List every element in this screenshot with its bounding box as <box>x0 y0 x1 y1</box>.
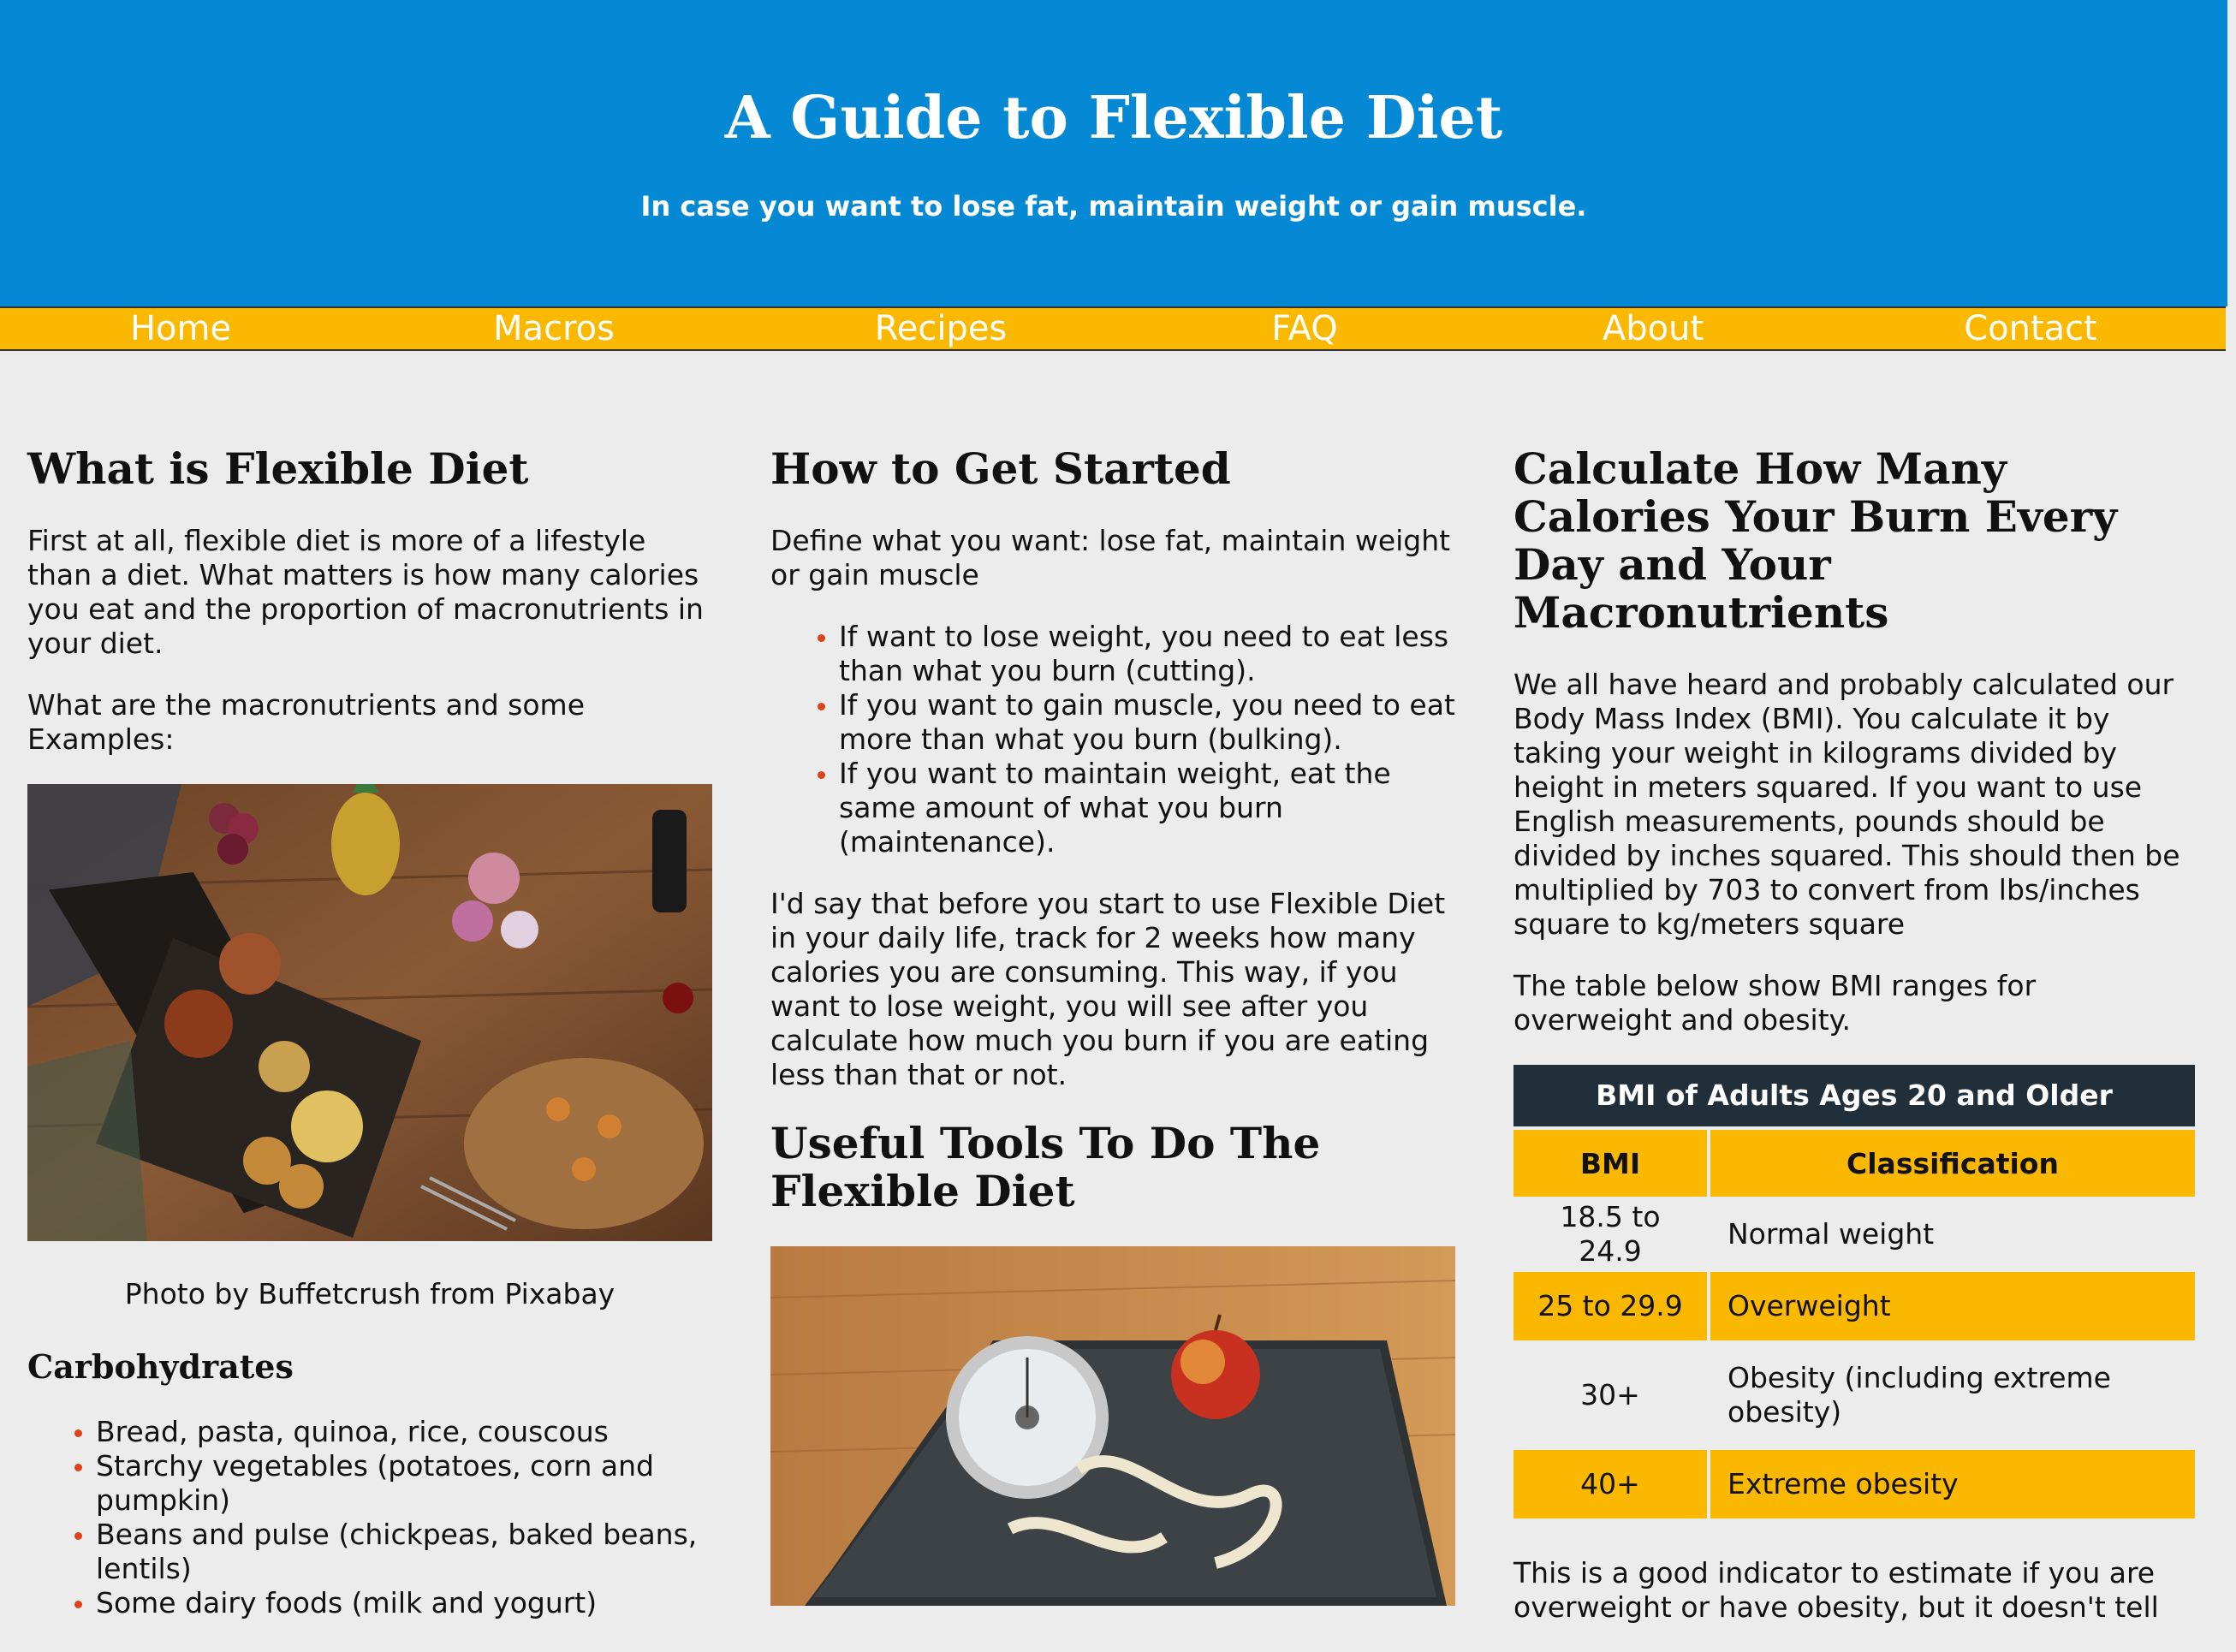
column-get-started: How to Get Started Define what you want:… <box>770 445 1455 1606</box>
column-calculate: Calculate How Many Calories Your Burn Ev… <box>1513 445 2198 1652</box>
page-title: A Guide to Flexible Diet <box>724 84 1503 152</box>
table-cell-classification: Extreme obesity <box>1710 1450 2195 1518</box>
nav-recipes[interactable]: Recipes <box>875 308 1008 349</box>
carbohydrates-heading: Carbohydrates <box>27 1347 294 1386</box>
get-started-heading: How to Get Started <box>770 443 1231 494</box>
food-platter-image <box>27 784 712 1241</box>
nav-macros[interactable]: Macros <box>493 308 615 349</box>
bmi-table: BMI of Adults Ages 20 and Older BMI Clas… <box>1510 1065 2198 1522</box>
table-cell-classification: Normal weight <box>1728 1217 1935 1251</box>
table-header-row: BMI Classification <box>1513 1130 2195 1197</box>
table-cell-bmi: 40+ <box>1513 1450 1707 1518</box>
table-row: 18.5 to 24.9 Normal weight <box>1513 1200 2195 1269</box>
table-header-bmi: BMI <box>1513 1130 1707 1197</box>
table-header-classification: Classification <box>1710 1130 2195 1197</box>
table-row: 40+ Extreme obesity <box>1513 1450 2195 1518</box>
list-item: If you want to maintain weight, eat the … <box>839 757 1455 859</box>
list-item: If want to lose weight, you need to eat … <box>839 620 1455 688</box>
nav-faq[interactable]: FAQ <box>1271 308 1337 349</box>
list-item: Some dairy foods (milk and yogurt) <box>96 1586 712 1620</box>
table-row: 30+ Obesity (including extreme obesity) <box>1513 1344 2195 1447</box>
nav-contact[interactable]: Contact <box>1964 308 2097 349</box>
table-row: 25 to 29.9 Overweight <box>1513 1272 2195 1340</box>
bmi-indicator-paragraph: This is a good indicator to estimate if … <box>1513 1556 2159 1624</box>
table-cell-bmi: 18.5 to 24.9 <box>1560 1200 1661 1268</box>
page-subtitle: In case you want to lose fat, maintain w… <box>640 190 1587 223</box>
table-cell-classification: Obesity (including extreme obesity) <box>1728 1361 2111 1429</box>
table-cell-classification: Overweight <box>1710 1272 2195 1340</box>
table-cell-bmi: 30+ <box>1580 1378 1640 1411</box>
list-item: Beans and pulse (chickpeas, baked beans,… <box>96 1518 712 1586</box>
goals-list: If want to lose weight, you need to eat … <box>770 620 1455 859</box>
main-nav: Home Macros Recipes FAQ About Contact <box>0 306 2226 351</box>
list-item: Bread, pasta, quinoa, rice, couscous <box>96 1415 712 1449</box>
scale-apple-image <box>770 1246 1455 1606</box>
site-header: A Guide to Flexible Diet In case you wan… <box>0 0 2227 306</box>
list-item: Starchy vegetables (potatoes, corn and p… <box>96 1449 712 1518</box>
bmi-paragraph: We all have heard and probably calculate… <box>1513 668 2180 941</box>
what-is-paragraph: First at all, flexible diet is more of a… <box>27 524 704 660</box>
nav-about[interactable]: About <box>1603 308 1704 349</box>
macros-intro: What are the macronutrients and some Exa… <box>27 688 585 756</box>
bmi-table-caption: BMI of Adults Ages 20 and Older <box>1513 1065 2195 1126</box>
carbohydrates-list: Bread, pasta, quinoa, rice, couscous Sta… <box>27 1415 712 1620</box>
table-cell-bmi: 25 to 29.9 <box>1513 1272 1707 1340</box>
get-started-intro: Define what you want: lose fat, maintain… <box>770 524 1451 591</box>
list-item: If you want to gain muscle, you need to … <box>839 688 1455 757</box>
tracking-paragraph: I'd say that before you start to use Fle… <box>770 887 1446 1091</box>
what-is-heading: What is Flexible Diet <box>27 443 529 494</box>
column-what-is: What is Flexible Diet First at all, flex… <box>27 445 712 1648</box>
useful-tools-heading: Useful Tools To Do The Flexible Diet <box>770 1118 1321 1216</box>
calculate-heading: Calculate How Many Calories Your Burn Ev… <box>1513 443 2118 638</box>
image-caption: Photo by Buffetcrush from Pixabay <box>124 1277 615 1310</box>
bmi-table-intro: The table below show BMI ranges for over… <box>1513 969 2037 1037</box>
nav-home[interactable]: Home <box>130 308 231 349</box>
